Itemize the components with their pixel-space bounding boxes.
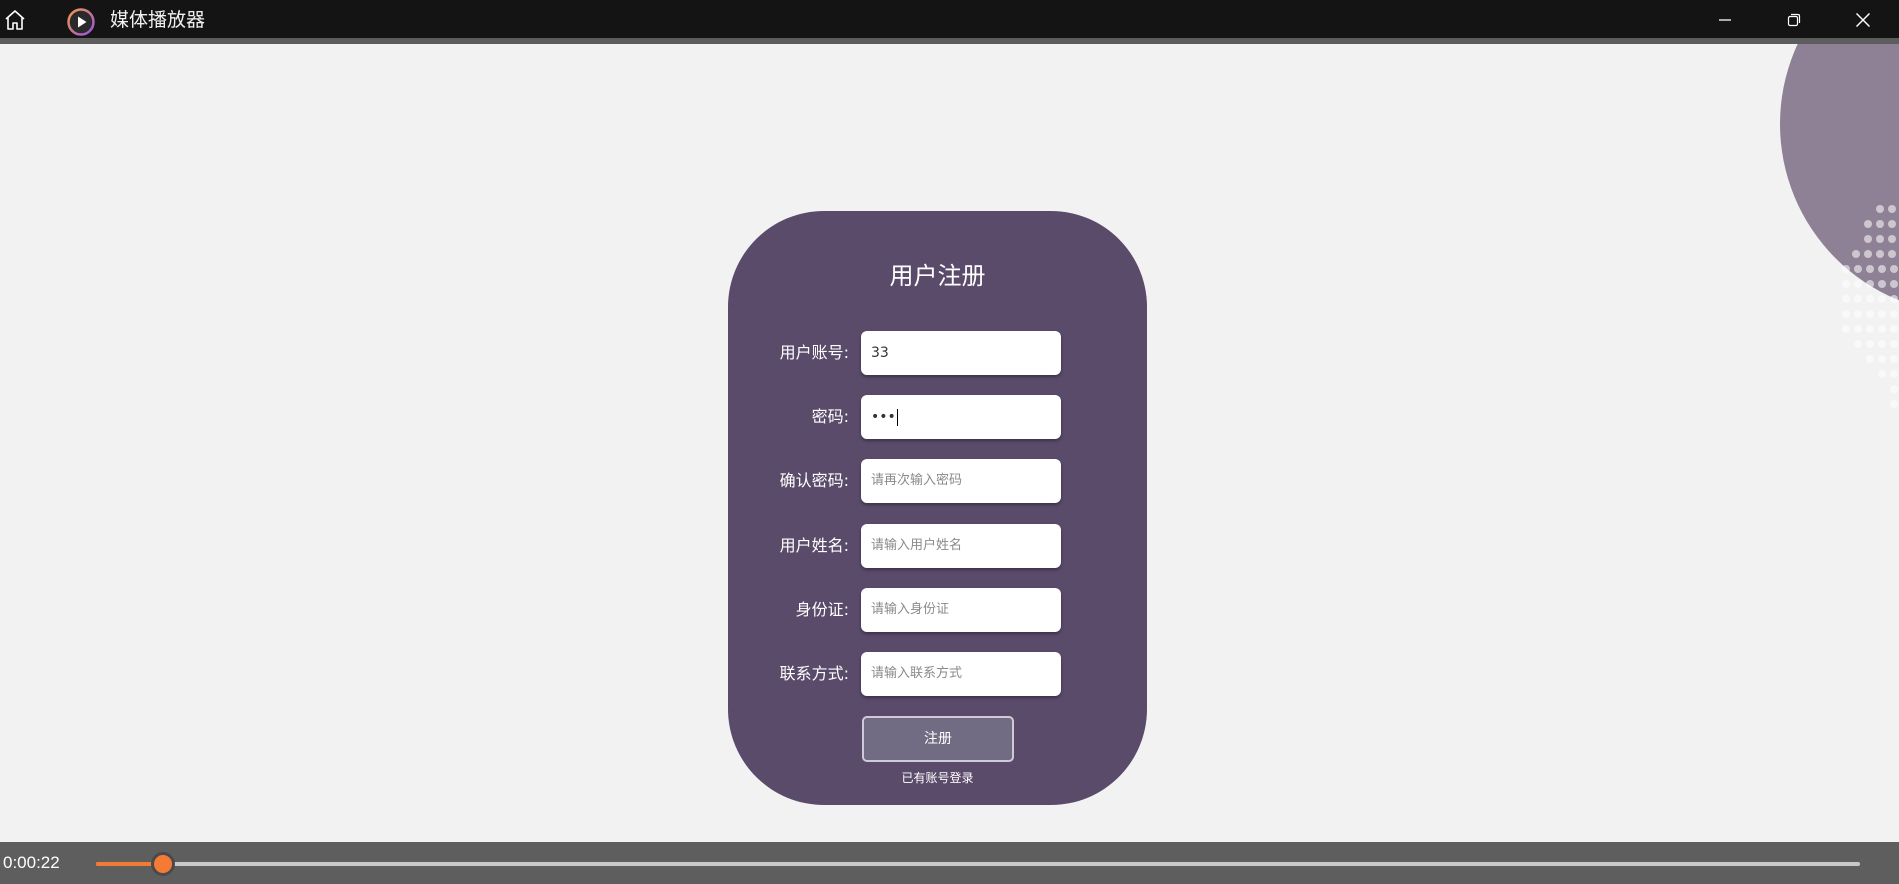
name-label: 用户姓名:	[779, 536, 849, 555]
account-label: 用户账号:	[779, 343, 849, 362]
minimize-icon	[1719, 19, 1731, 21]
player-controls: 0:00:22	[0, 842, 1899, 884]
account-value: 33	[871, 345, 889, 361]
title-bar-divider	[0, 38, 1899, 44]
contact-placeholder: 请输入联系方式	[871, 666, 963, 681]
password-label: 密码:	[811, 407, 849, 426]
account-input[interactable]: 33	[861, 331, 1061, 375]
contact-input[interactable]: 请输入联系方式	[861, 652, 1061, 696]
restore-icon	[1787, 13, 1801, 27]
close-icon	[1856, 13, 1870, 27]
background-decoration	[1780, 44, 1899, 444]
password-input[interactable]: •••	[861, 395, 1061, 439]
time-display: 0:00:22	[3, 853, 60, 872]
id-card-input[interactable]: 请输入身份证	[861, 588, 1061, 632]
contact-label: 联系方式:	[779, 664, 849, 683]
name-input[interactable]: 请输入用户姓名	[861, 524, 1061, 568]
progress-thumb[interactable]	[151, 852, 176, 876]
id-card-label: 身份证:	[795, 600, 849, 619]
progress-track[interactable]	[96, 862, 1860, 866]
title-bar: 媒体播放器	[0, 0, 1899, 38]
play-icon	[67, 8, 95, 36]
home-icon[interactable]	[3, 8, 27, 32]
close-button[interactable]	[1840, 6, 1886, 34]
register-card: 用户注册 用户账号: 33 密码: ••• 确认密码: 请再次输入密码 用户姓名…	[728, 211, 1147, 805]
minimize-button[interactable]	[1702, 6, 1748, 34]
page-title: 用户注册	[889, 262, 986, 290]
id-card-placeholder: 请输入身份证	[871, 602, 950, 617]
register-button[interactable]: 注册	[862, 716, 1014, 762]
text-caret	[896, 408, 898, 426]
confirm-password-label: 确认密码:	[779, 471, 849, 490]
password-value: •••	[871, 409, 896, 425]
confirm-password-input[interactable]: 请再次输入密码	[861, 459, 1061, 503]
window-title: 媒体播放器	[110, 9, 206, 31]
confirm-password-placeholder: 请再次输入密码	[871, 473, 963, 488]
login-link[interactable]: 已有账号登录	[728, 769, 1147, 787]
name-placeholder: 请输入用户姓名	[871, 538, 963, 553]
restore-button[interactable]	[1771, 6, 1817, 34]
